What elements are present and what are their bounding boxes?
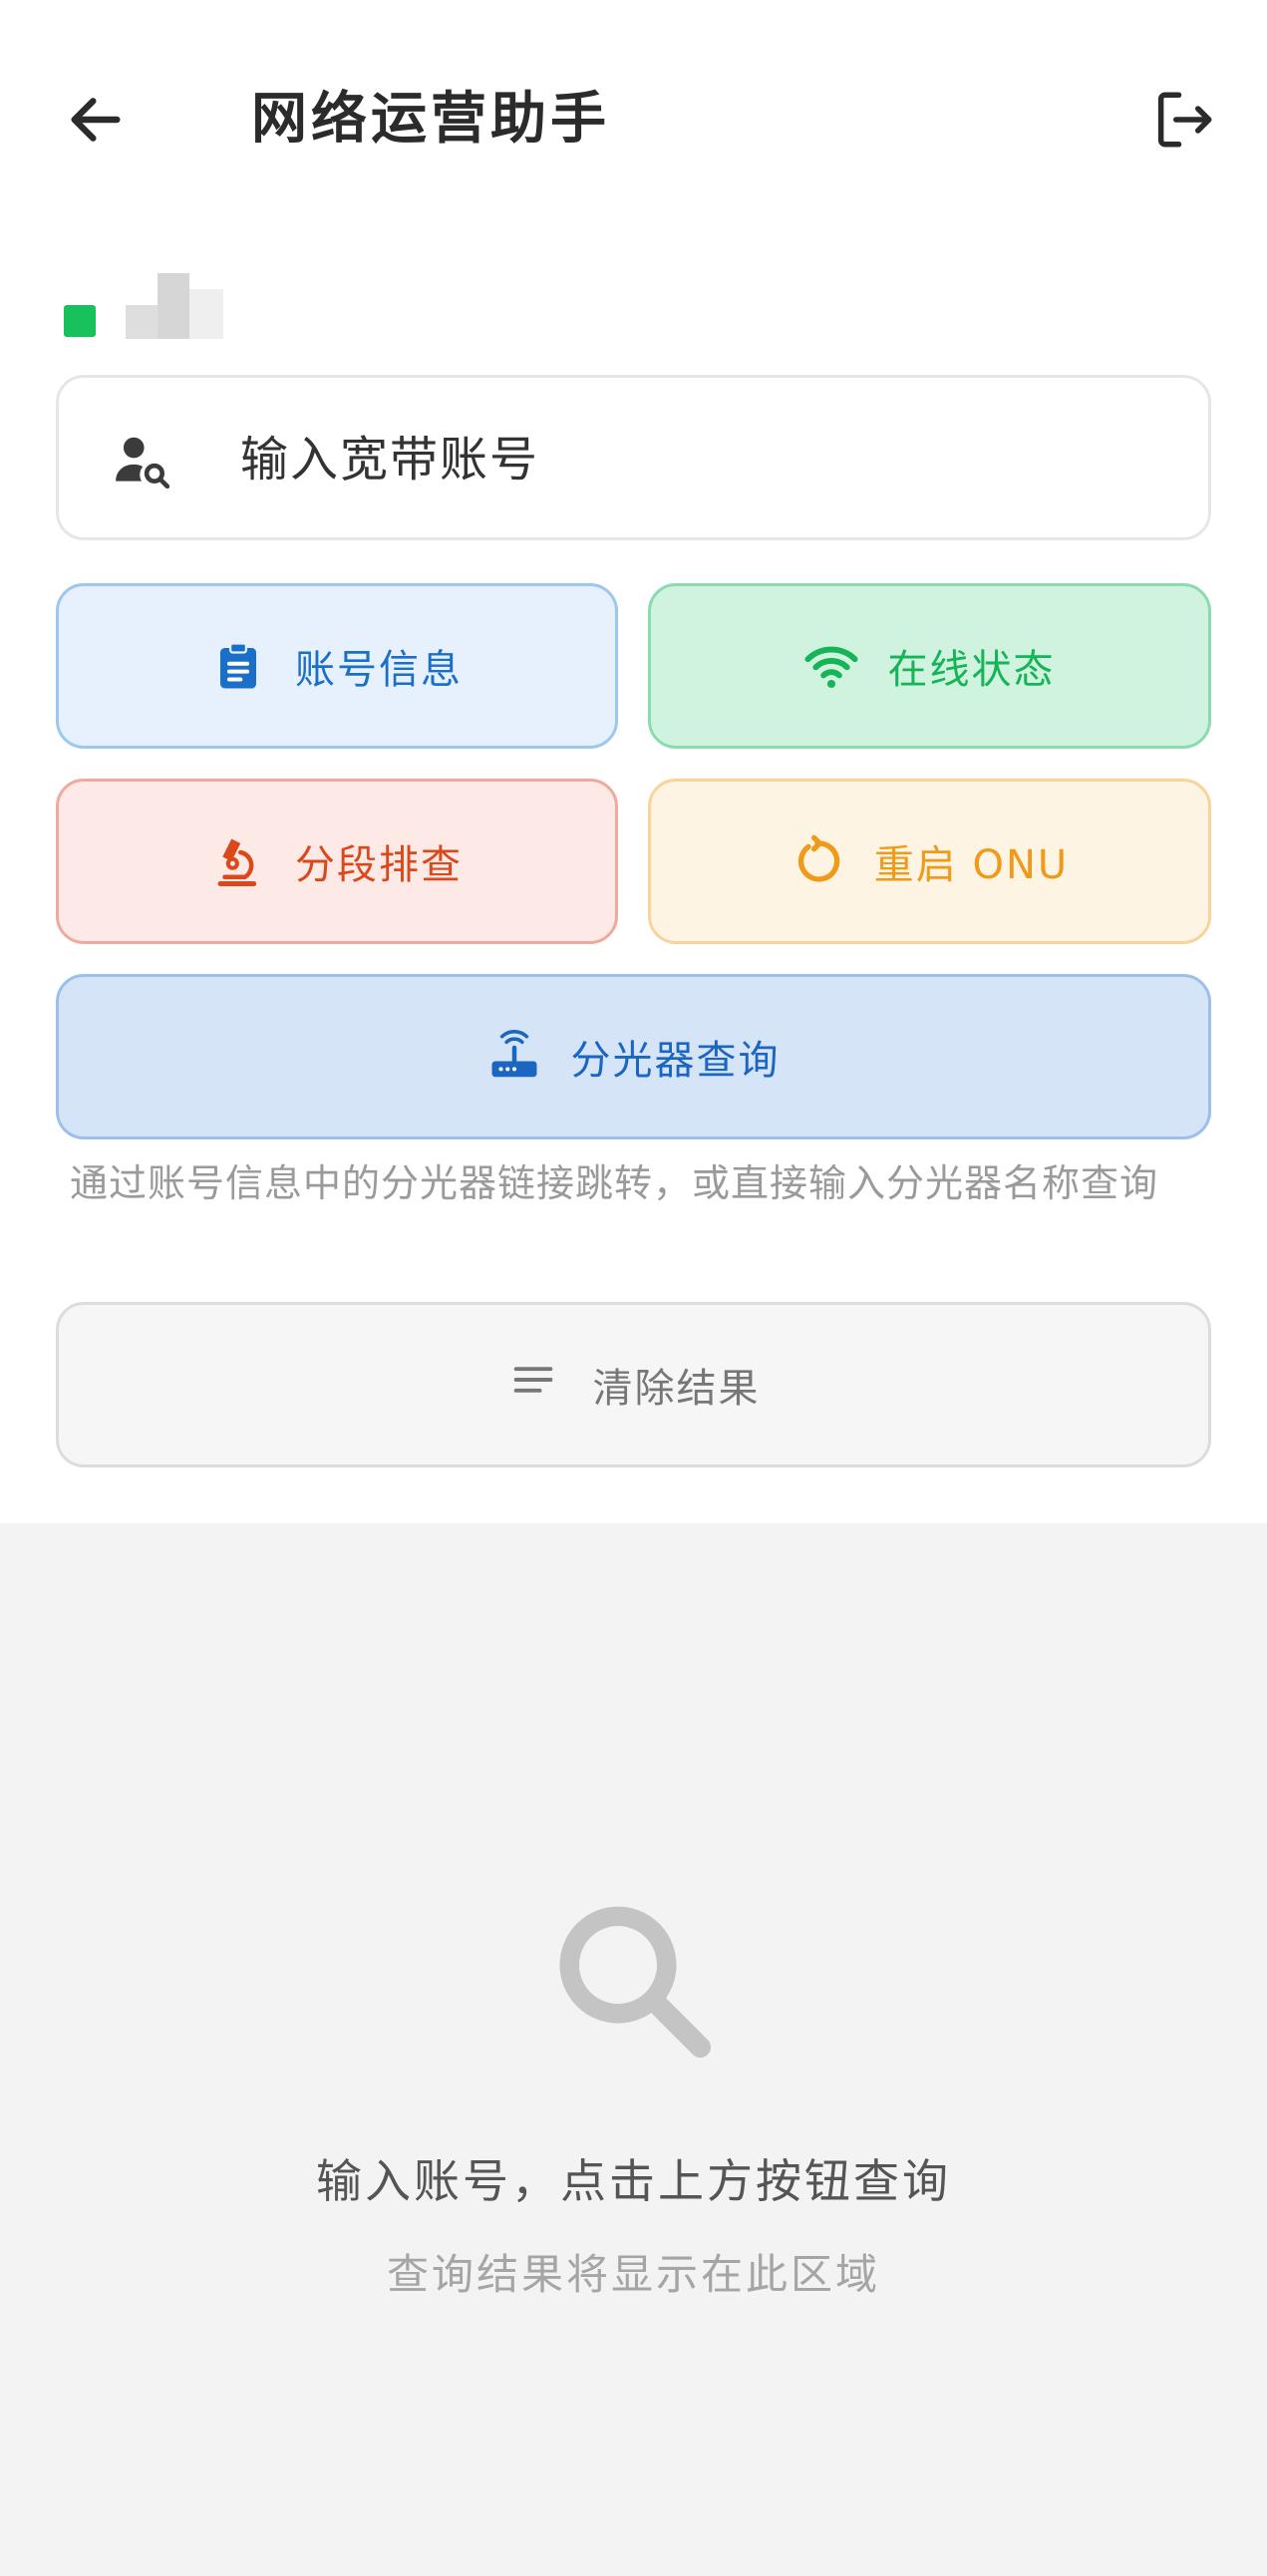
clear-results-label: 清除结果 <box>592 1366 761 1412</box>
clear-lines-icon <box>507 1354 559 1416</box>
clipboard-icon <box>211 639 265 693</box>
online-status-button[interactable]: 在线状态 <box>648 583 1211 749</box>
page-title: 网络运营助手 <box>251 87 610 152</box>
online-status-indicator <box>64 305 96 337</box>
online-status-label: 在线状态 <box>887 647 1056 693</box>
account-input[interactable] <box>240 418 1137 501</box>
wifi-icon <box>803 639 858 693</box>
splitter-query-label: 分光器查询 <box>570 1038 781 1084</box>
logout-button[interactable] <box>1144 80 1224 160</box>
account-info-button[interactable]: 账号信息 <box>56 583 618 749</box>
microscope-icon <box>211 834 265 888</box>
back-button[interactable] <box>56 80 136 160</box>
splitter-query-button[interactable]: 分光器查询 <box>56 974 1211 1139</box>
empty-state-title: 输入账号，点击上方按钮查询 <box>316 2154 951 2208</box>
arrow-left-icon <box>71 98 121 142</box>
account-search-field[interactable] <box>56 375 1211 540</box>
segment-check-label: 分段排查 <box>295 842 463 888</box>
segment-check-button[interactable]: 分段排查 <box>56 779 618 944</box>
empty-state-subtitle: 查询结果将显示在此区域 <box>386 2250 880 2299</box>
splitter-hint-text: 通过账号信息中的分光器链接跳转，或直接输入分光器名称查询 <box>70 1161 1159 1205</box>
clear-results-button[interactable]: 清除结果 <box>56 1302 1211 1467</box>
search-icon <box>559 1906 711 2058</box>
user-name-redacted <box>126 273 223 339</box>
reboot-onu-label: 重启 ONU <box>873 842 1070 888</box>
result-area: 输入账号，点击上方按钮查询 查询结果将显示在此区域 <box>0 1523 1267 2576</box>
account-info-label: 账号信息 <box>295 647 463 693</box>
router-icon <box>487 1030 541 1084</box>
reboot-onu-button[interactable]: 重启 ONU <box>648 779 1211 944</box>
top-app-bar: 网络运营助手 <box>0 0 1267 239</box>
logout-icon <box>1157 92 1212 148</box>
user-search-icon <box>116 437 170 489</box>
app-page: 网络运营助手 输入宽带账号 账号信息 在线状态 分段排查 重启 ONU 分光器查… <box>0 0 1267 2576</box>
user-status-row <box>62 269 261 341</box>
refresh-icon <box>791 834 844 888</box>
